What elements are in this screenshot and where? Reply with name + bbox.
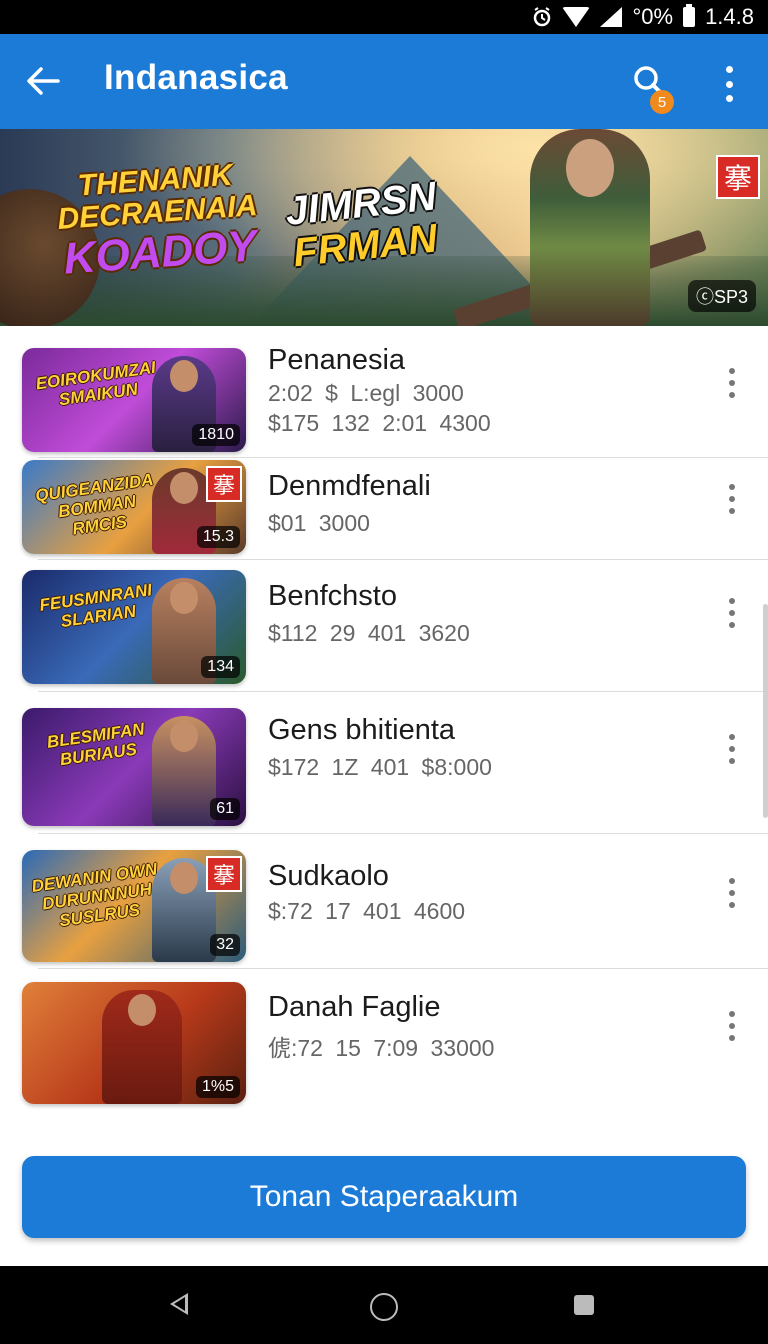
item-more-icon[interactable] xyxy=(726,598,738,628)
item-more-icon[interactable] xyxy=(726,1011,738,1041)
battery-percent: °0% xyxy=(632,4,674,29)
thumb-count: 15.3 xyxy=(196,526,240,548)
game-title: Sudkaolo xyxy=(268,860,389,892)
game-thumbnail[interactable]: DEWANIN OWN DURUNNNUH SUSLRUS 搴 32 xyxy=(22,850,246,962)
signal-icon xyxy=(600,7,623,27)
recommend-tag: 搴 xyxy=(206,466,242,502)
game-thumbnail[interactable]: BLESMIFAN BURIAUS 61 xyxy=(22,708,246,826)
thumb-count: 32 xyxy=(210,934,240,956)
item-more-icon[interactable] xyxy=(726,734,738,764)
divider xyxy=(38,457,768,458)
divider xyxy=(38,559,768,560)
item-more-icon[interactable] xyxy=(726,878,738,908)
game-meta: $:72 17 401 4600 xyxy=(268,898,466,924)
alarm-icon xyxy=(532,6,552,28)
game-thumbnail[interactable]: EOIROKUMZAI SMAIKUN 1810 xyxy=(22,348,246,452)
thumb-count: 134 xyxy=(201,656,240,678)
status-time: 1.4.8 xyxy=(705,4,754,29)
item-more-icon[interactable] xyxy=(726,484,738,514)
nav-home-icon[interactable] xyxy=(370,1293,398,1321)
recommend-tag: 搴 xyxy=(206,856,242,892)
banner-headline: THENANIK DECRAENAIA KOADOY xyxy=(56,158,259,284)
game-thumbnail[interactable]: 1%5 xyxy=(22,982,246,1104)
divider xyxy=(38,833,768,834)
game-title: Penanesia xyxy=(268,344,406,376)
page-title: Indanasica xyxy=(104,58,288,97)
recommend-tag: 搴 xyxy=(716,155,760,199)
promo-banner[interactable]: THENANIK DECRAENAIA KOADOY JIMRSN FRMAN … xyxy=(0,129,768,326)
scrollbar[interactable] xyxy=(763,604,768,818)
divider xyxy=(38,691,768,692)
banner-chip: ⓒSP3 xyxy=(687,280,756,312)
primary-action-button[interactable]: Tonan Staperaakum xyxy=(22,1156,746,1238)
game-thumbnail[interactable]: FEUSMNRANI SLARIAN 134 xyxy=(22,570,246,684)
game-meta: $112 29 401 3620 xyxy=(268,620,470,646)
game-title: Benfchsto xyxy=(268,580,397,612)
thumb-count: 1%5 xyxy=(195,1076,240,1098)
nav-back-icon[interactable] xyxy=(170,1293,188,1315)
hero-illustration xyxy=(530,129,650,326)
game-title: Denmdfenali xyxy=(268,470,431,502)
search-badge: 5 xyxy=(650,90,674,114)
item-more-icon[interactable] xyxy=(726,368,738,398)
status-bar: °0% 1.4.8 xyxy=(0,0,768,34)
banner-subheadline: JIMRSN FRMAN xyxy=(283,174,440,276)
thumb-count: 61 xyxy=(210,798,240,820)
game-meta: $01 3000 xyxy=(268,510,370,536)
game-title: Danah Faglie xyxy=(268,991,441,1023)
game-meta: 俿:72 15 7:09 33000 xyxy=(268,1035,495,1061)
back-arrow-icon[interactable] xyxy=(26,66,60,96)
app-bar: Indanasica 5 xyxy=(0,34,768,129)
wifi-icon xyxy=(562,7,591,27)
thumb-count: 1810 xyxy=(192,424,240,446)
nav-recents-icon[interactable] xyxy=(574,1295,594,1315)
divider xyxy=(38,968,768,969)
game-title: Gens bhitienta xyxy=(268,714,456,746)
more-vert-icon[interactable] xyxy=(722,66,736,102)
game-thumbnail[interactable]: QUIGEANZIDA BOMMAN RMCIS 搴 15.3 xyxy=(22,460,246,554)
system-nav-bar xyxy=(0,1266,768,1344)
battery-icon xyxy=(683,4,696,27)
game-meta: $175 132 2:01 4300 xyxy=(268,410,491,436)
game-meta: $172 1Z 401 $8:000 xyxy=(268,754,492,780)
game-meta: 2:02 $ L:egl 3000 xyxy=(268,380,464,406)
